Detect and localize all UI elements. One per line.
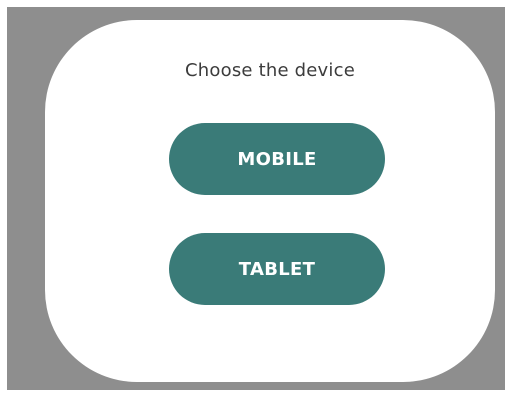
tablet-button[interactable]: TABLET xyxy=(169,233,385,305)
device-chooser-dialog: Choose the device MOBILE TABLET xyxy=(45,20,495,382)
dialog-title: Choose the device xyxy=(185,60,355,81)
tablet-button-label: TABLET xyxy=(238,258,316,280)
mobile-button-label: MOBILE xyxy=(237,148,317,170)
backdrop: Choose the device MOBILE TABLET xyxy=(7,7,505,390)
mobile-button[interactable]: MOBILE xyxy=(169,123,385,195)
